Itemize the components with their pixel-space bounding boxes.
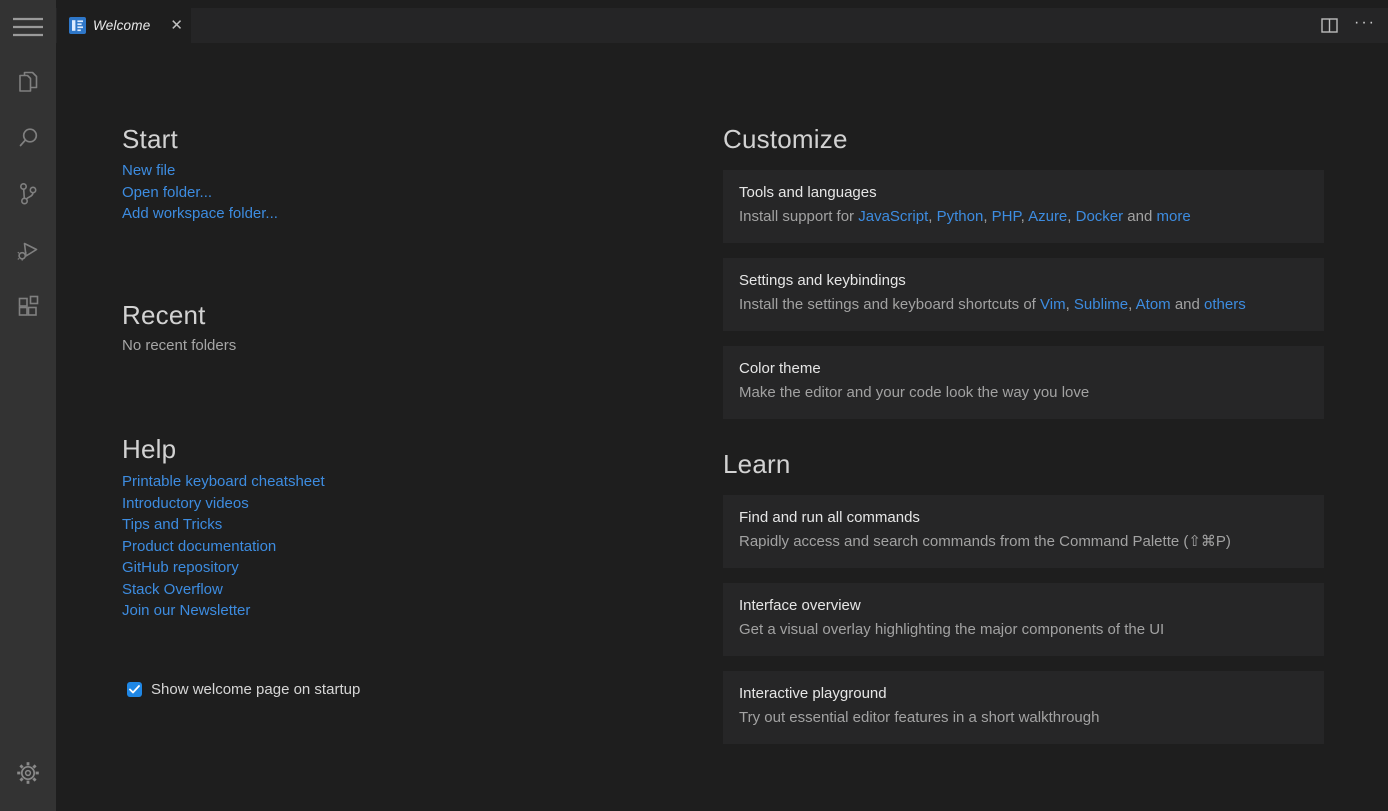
description-text: Get a visual overlay highlighting the ma… [739,621,1164,638]
welcome-link[interactable]: Tips and Tricks [122,514,325,536]
startup-checkbox-row[interactable]: Show welcome page on startup [127,681,360,698]
card-description: Get a visual overlay highlighting the ma… [739,622,1308,638]
start-heading: Start [122,124,178,154]
description-text: Install support for [739,208,858,225]
help-links: Printable keyboard cheatsheetIntroductor… [122,471,325,622]
inline-link[interactable]: Docker [1076,208,1124,225]
welcome-link[interactable]: New file [122,160,278,182]
inline-link[interactable]: Atom [1136,296,1171,313]
description-text: Try out essential editor features in a s… [739,709,1099,726]
card-description: Install the settings and keyboard shortc… [739,297,1308,313]
welcome-link[interactable]: Join our Newsletter [122,600,325,622]
help-heading: Help [122,434,176,464]
welcome-link[interactable]: Stack Overflow [122,579,325,601]
description-text: , [983,208,991,225]
card-title: Find and run all commands [739,510,1308,526]
source-control-icon [14,180,42,208]
tab-welcome[interactable]: Welcome ✕ [57,0,191,43]
card-tools-and-languages[interactable]: Tools and languages Install support for … [723,170,1324,243]
welcome-link[interactable]: Product documentation [122,536,325,558]
source-control-button[interactable] [0,166,56,222]
learn-heading: Learn [723,449,791,479]
welcome-link[interactable]: Add workspace folder... [122,203,278,225]
card-title: Settings and keybindings [739,273,1308,289]
card-description: Rapidly access and search commands from … [739,534,1308,550]
menu-icon [12,16,44,38]
extensions-button[interactable] [0,278,56,334]
inline-link[interactable]: Azure [1028,208,1067,225]
description-text: and [1123,208,1156,225]
welcome-link[interactable]: Printable keyboard cheatsheet [122,471,325,493]
card-title: Interactive playground [739,686,1308,702]
startup-checkbox-label: Show welcome page on startup [151,681,360,698]
startup-checkbox[interactable] [127,682,142,697]
description-text: Install the settings and keyboard shortc… [739,296,1040,313]
card-interface-overview[interactable]: Interface overview Get a visual overlay … [723,583,1324,656]
inline-link[interactable]: Vim [1040,296,1066,313]
description-text: Rapidly access and search commands from … [739,533,1231,550]
card-title: Tools and languages [739,185,1308,201]
start-links: New fileOpen folder...Add workspace fold… [122,160,278,225]
settings-gear-icon [13,758,43,788]
description-text: Make the editor and your code look the w… [739,384,1089,401]
customize-heading: Customize [723,124,848,154]
explorer-files-icon [14,68,42,96]
recent-empty-text: No recent folders [122,337,236,354]
tabbar-top-band [56,0,1388,8]
inline-link[interactable]: others [1204,296,1246,313]
card-interactive-playground[interactable]: Interactive playground Try out essential… [723,671,1324,744]
card-color-theme[interactable]: Color theme Make the editor and your cod… [723,346,1324,419]
card-title: Interface overview [739,598,1308,614]
welcome-icon [69,17,86,34]
inline-link[interactable]: Python [937,208,984,225]
description-text: , [1021,208,1029,225]
close-icon[interactable]: ✕ [170,18,183,33]
search-icon [14,124,42,152]
description-text: , [928,208,936,225]
welcome-link[interactable]: Introductory videos [122,493,325,515]
split-editor-icon[interactable] [1321,18,1338,33]
welcome-link[interactable]: GitHub repository [122,557,325,579]
description-text: and [1171,296,1204,313]
explorer-button[interactable] [0,54,56,110]
card-find-and-run-all-commands[interactable]: Find and run all commands Rapidly access… [723,495,1324,568]
welcome-page: Start New fileOpen folder...Add workspac… [56,43,1388,811]
recent-heading: Recent [122,300,206,330]
run-debug-icon [14,236,42,264]
editor-tab-bar: Welcome ✕ ··· [56,0,1388,43]
checkmark-icon [129,685,140,694]
card-settings-and-keybindings[interactable]: Settings and keybindings Install the set… [723,258,1324,331]
editor-actions: ··· [1321,8,1376,43]
description-text: , [1128,296,1136,313]
vscode-window: { "colors": { "link": "#3d8ce0", "checkb… [0,0,1388,811]
more-actions-icon[interactable]: ··· [1354,18,1376,34]
card-description: Make the editor and your code look the w… [739,385,1308,401]
card-description: Try out essential editor features in a s… [739,710,1308,726]
inline-link[interactable]: Sublime [1074,296,1128,313]
settings-button[interactable] [0,745,56,801]
run-debug-button[interactable] [0,222,56,278]
card-description: Install support for JavaScript, Python, … [739,209,1308,225]
inline-link[interactable]: more [1157,208,1191,225]
description-text: , [1067,208,1075,225]
card-title: Color theme [739,361,1308,377]
extensions-icon [14,292,42,320]
tab-title: Welcome [93,18,164,33]
search-button[interactable] [0,110,56,166]
inline-link[interactable]: JavaScript [858,208,928,225]
menu-button[interactable] [0,0,56,54]
welcome-link[interactable]: Open folder... [122,182,278,204]
inline-link[interactable]: PHP [992,208,1021,225]
description-text: , [1066,296,1074,313]
activity-bar [0,0,56,811]
